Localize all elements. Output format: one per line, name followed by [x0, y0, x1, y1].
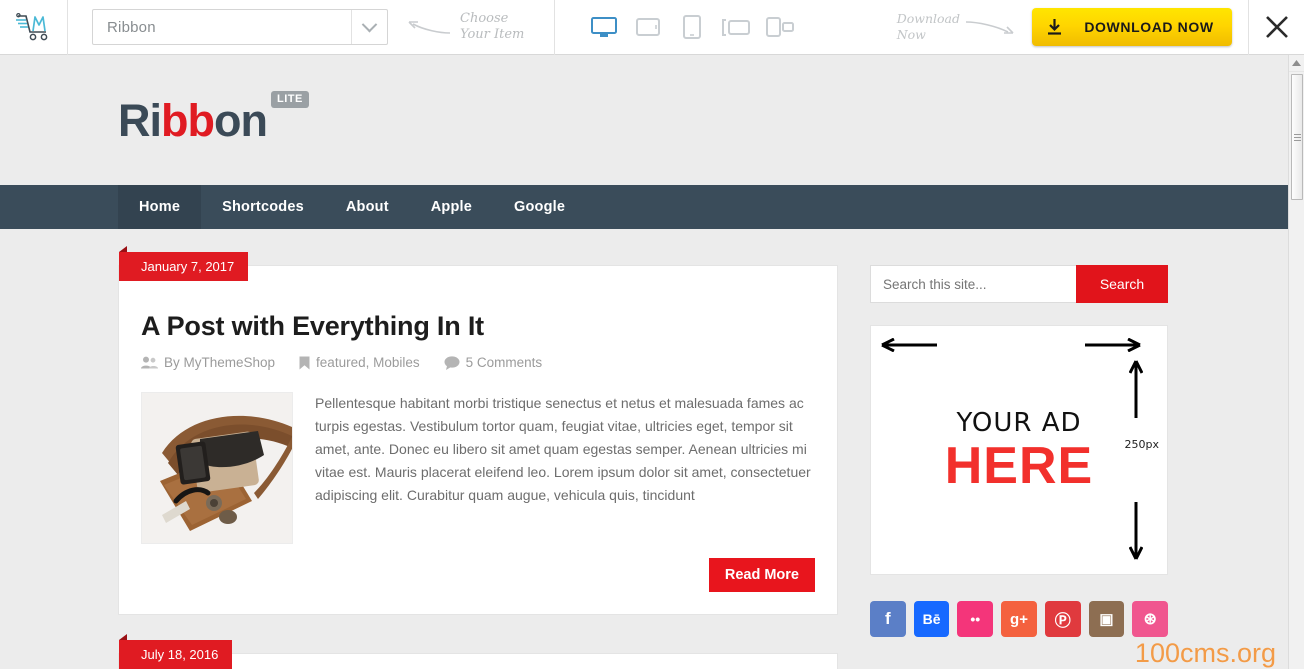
nav-item-home[interactable]: Home: [118, 185, 202, 229]
dribbble-icon[interactable]: ⊛: [1132, 601, 1169, 637]
post-author[interactable]: By MyThemeShop: [141, 355, 275, 370]
download-hint: Download Now: [897, 11, 964, 43]
curved-arrow-right-icon: [965, 21, 1014, 34]
nav-item-about[interactable]: About: [325, 185, 410, 229]
post-date-ribbon: July 18, 2016: [119, 634, 233, 669]
scrollbar-thumb[interactable]: [1291, 74, 1303, 200]
post-comments[interactable]: 5 Comments: [444, 355, 543, 371]
read-more-row: Read More: [141, 558, 815, 593]
search-input[interactable]: [870, 265, 1076, 303]
nav-item-apple[interactable]: Apple: [410, 185, 493, 229]
main-navigation: Home Shortcodes About Apple Google: [0, 185, 1288, 229]
close-preview-button[interactable]: [1248, 0, 1304, 55]
post-categories-label: featured, Mobiles: [316, 355, 420, 371]
comment-bubble-icon: [444, 356, 460, 370]
search-button[interactable]: Search: [1076, 265, 1168, 303]
facebook-icon[interactable]: f: [870, 601, 906, 637]
instagram-icon[interactable]: ▣: [1088, 601, 1125, 637]
cart-m-logo-icon: [15, 12, 47, 41]
desktop-icon: [591, 17, 618, 37]
posts-column: January 7, 2017 A Post with Everything I…: [118, 246, 838, 669]
bookmark-icon: [299, 356, 310, 370]
scroll-up-button[interactable]: [1289, 55, 1304, 72]
logo-part-2: bb: [161, 95, 215, 146]
page-content: January 7, 2017 A Post with Everything I…: [0, 229, 1288, 669]
site-header: Ribbon LITE: [0, 55, 1288, 185]
ad-placeholder-widget[interactable]: YOUR AD HERE 250px: [870, 325, 1168, 575]
choose-hint-line2: Your Item: [460, 27, 525, 42]
theme-select-toggle[interactable]: [351, 10, 387, 44]
logo-part-3: on: [213, 95, 268, 146]
device-preview-switcher: [589, 12, 795, 42]
theme-select[interactable]: Ribbon: [92, 9, 388, 45]
tablet-portrait-icon: [683, 15, 702, 39]
dribbble-pink-icon[interactable]: ••: [957, 601, 994, 637]
scroll-up-arrow-icon: [1292, 60, 1301, 66]
pinterest-icon[interactable]: Ⓟ: [1044, 601, 1081, 637]
post-comments-label: 5 Comments: [465, 355, 543, 371]
post-excerpt: Pellentesque habitant morbi tristique se…: [315, 395, 811, 504]
mobile-landscape-icon: [722, 19, 751, 36]
sidebar: Search YOUR AD: [870, 265, 1169, 669]
toolbar-right-group: Download Now DOWNLOAD NOW: [897, 0, 1304, 55]
arrow-left-icon: [881, 338, 937, 352]
device-desktop-button[interactable]: [589, 12, 619, 42]
site-logo[interactable]: Ribbon LITE: [118, 91, 309, 147]
choose-hint-line1: Choose: [460, 11, 509, 26]
post-title[interactable]: A Post with Everything In It: [141, 310, 815, 342]
device-tablet-landscape-button[interactable]: [633, 12, 663, 42]
post-meta: By MyThemeShop featured, Mobiles 5 Comme…: [141, 355, 815, 370]
device-mobile-portrait-button[interactable]: [765, 12, 795, 42]
curved-arrow-left-icon: [408, 21, 451, 34]
download-icon-box: [1032, 18, 1076, 36]
post-body: Pellentesque habitant morbi tristique se…: [141, 392, 815, 545]
download-hint-line2: Now: [896, 27, 926, 42]
lite-badge: LITE: [270, 91, 309, 108]
leather-bag-photo: [142, 393, 292, 544]
scrollbar-thumb-grip-icon: [1293, 132, 1301, 143]
nav-item-shortcodes[interactable]: Shortcodes: [201, 185, 325, 229]
download-now-label: DOWNLOAD NOW: [1084, 19, 1214, 35]
preview-toolbar: Ribbon Choose Your Item Download Now DOW…: [0, 0, 1304, 55]
download-hint-line1: Download: [896, 11, 960, 26]
post-thumbnail[interactable]: [141, 392, 293, 545]
read-more-button[interactable]: Read More: [708, 558, 815, 593]
vertical-scrollbar[interactable]: [1288, 55, 1304, 669]
post-author-label: By MyThemeShop: [164, 355, 276, 371]
ad-line-1: YOUR AD: [956, 408, 1082, 438]
chevron-down-icon: [361, 16, 378, 32]
logo-part-1: Ri: [118, 95, 162, 146]
device-tablet-portrait-button[interactable]: [677, 12, 707, 42]
post-date-ribbon: January 7, 2017: [119, 246, 249, 281]
tablet-landscape-icon: [636, 18, 661, 36]
download-now-button[interactable]: DOWNLOAD NOW: [1032, 8, 1232, 46]
arrow-down-icon: [1129, 502, 1143, 560]
close-x-icon: [1265, 16, 1288, 38]
download-icon: [1047, 19, 1061, 35]
ad-size-label: 250px: [1124, 438, 1160, 451]
post-card: July 18, 2016 Class Aptent Taciti Aocios…: [118, 634, 838, 669]
users-icon: [141, 356, 158, 369]
theme-preview-frame: Ribbon LITE Home Shortcodes About Apple G…: [0, 55, 1288, 669]
theme-select-value: Ribbon: [107, 18, 156, 36]
google-plus-icon[interactable]: g+: [1001, 601, 1037, 637]
mythemeshop-cart-logo[interactable]: [0, 0, 68, 55]
arrow-right-icon: [1085, 338, 1141, 352]
nav-item-google[interactable]: Google: [493, 185, 586, 229]
ad-line-2: HERE: [944, 437, 1094, 495]
post-categories[interactable]: featured, Mobiles: [299, 355, 420, 370]
toolbar-divider: [554, 0, 556, 55]
mobile-portrait-icon: [766, 17, 795, 37]
search-widget: Search: [870, 265, 1168, 303]
arrow-up-icon: [1129, 360, 1143, 418]
choose-item-hint: Choose Your Item: [406, 11, 524, 43]
post-card: January 7, 2017 A Post with Everything I…: [118, 246, 838, 616]
behance-icon[interactable]: Bē: [913, 601, 950, 637]
device-mobile-landscape-button[interactable]: [721, 12, 751, 42]
social-icons-widget: f Bē •• g+ Ⓟ ▣ ⊛: [870, 601, 1169, 637]
